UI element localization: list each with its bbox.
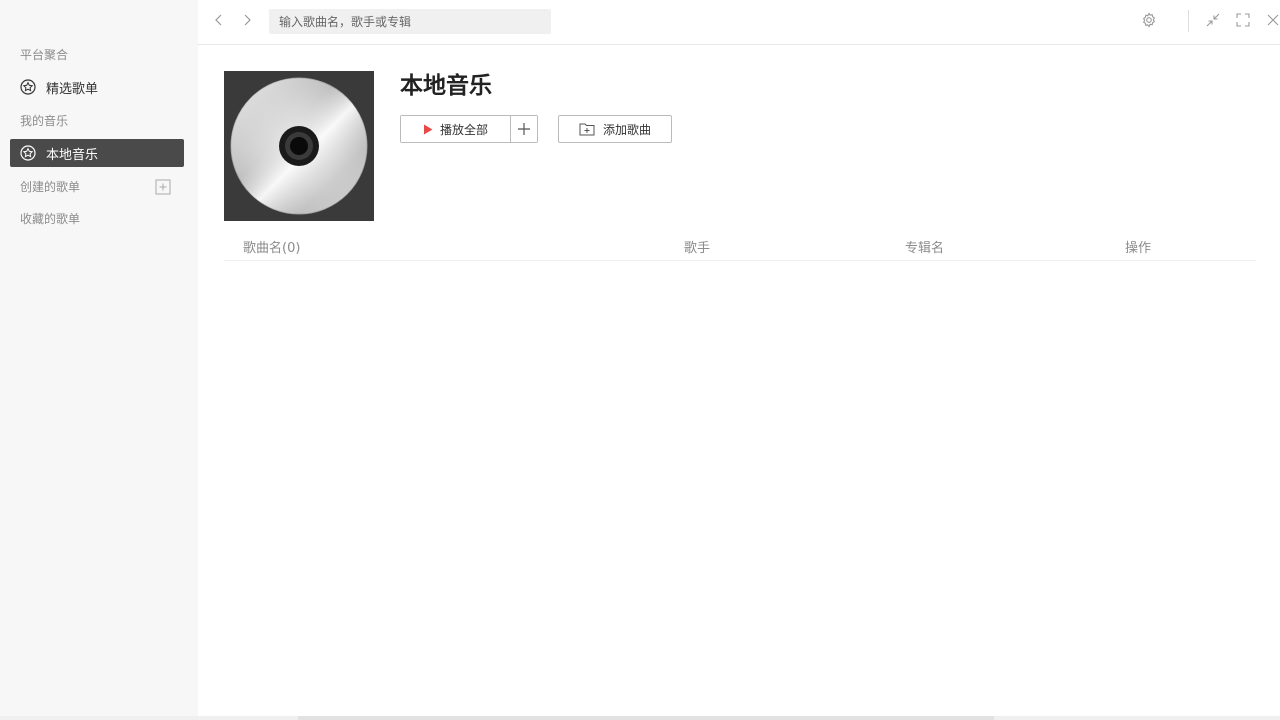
plus-square-icon [155, 179, 171, 195]
folder-add-icon [579, 122, 595, 136]
main-content: 本地音乐 播放全部 添加歌曲 歌曲名(0) 歌手 专辑名 操作 [198, 46, 1280, 716]
forward-button[interactable] [239, 12, 255, 28]
section-collected-playlists: 收藏的歌单 [20, 212, 81, 226]
close-icon [1267, 14, 1279, 26]
play-all-group: 播放全部 [400, 115, 538, 143]
toolbar-divider [1188, 10, 1189, 32]
bottom-scroll-area [0, 716, 1280, 720]
play-all-button[interactable]: 播放全部 [401, 116, 511, 142]
maximize-button[interactable] [1234, 11, 1252, 29]
sidebar-item-featured[interactable]: 精选歌单 [10, 73, 184, 101]
chevron-right-icon [244, 14, 251, 26]
back-button[interactable] [211, 12, 227, 28]
settings-button[interactable] [1140, 11, 1158, 29]
horizontal-scrollbar[interactable] [298, 716, 994, 720]
close-button[interactable] [1264, 11, 1280, 29]
add-songs-label: 添加歌曲 [602, 122, 651, 137]
search-input[interactable] [269, 9, 551, 34]
gear-icon [1142, 12, 1156, 28]
minimize-icon [1206, 13, 1220, 27]
column-song-name[interactable]: 歌曲名(0) [243, 237, 300, 256]
add-playlist-button[interactable] [155, 179, 171, 195]
music-app: 平台聚合 精选歌单 我的音乐 本地音乐 创建的歌单 收藏的歌单 输入歌曲名，歌手… [0, 0, 1280, 720]
album-cover [224, 71, 374, 221]
add-songs-button[interactable]: 添加歌曲 [558, 115, 672, 143]
play-triangle-icon [423, 124, 433, 135]
fullscreen-icon [1236, 13, 1250, 27]
sidebar-item-label: 精选歌单 [46, 81, 99, 97]
sidebar: 平台聚合 精选歌单 我的音乐 本地音乐 创建的歌单 收藏的歌单 [0, 0, 198, 716]
sidebar-item-label: 本地音乐 [46, 147, 99, 163]
page-title: 本地音乐 [400, 73, 492, 99]
chevron-left-icon [215, 14, 222, 26]
section-created-playlists: 创建的歌单 [20, 180, 81, 194]
top-bar [198, 0, 1280, 45]
add-to-queue-button[interactable] [511, 116, 537, 142]
plus-icon [518, 123, 530, 135]
star-badge-icon [20, 145, 36, 161]
column-artist[interactable]: 歌手 [684, 237, 710, 256]
column-actions: 操作 [1125, 241, 1152, 256]
cd-disc-icon [230, 77, 368, 215]
minimize-button[interactable] [1204, 11, 1222, 29]
song-table-header: 歌曲名(0) 歌手 专辑名 操作 [224, 231, 1256, 261]
column-album[interactable]: 专辑名 [905, 237, 944, 256]
section-platform: 平台聚合 [20, 48, 69, 62]
section-my-music: 我的音乐 [20, 114, 69, 128]
play-all-label: 播放全部 [439, 122, 488, 137]
sidebar-item-local-music[interactable]: 本地音乐 [10, 139, 184, 167]
star-badge-icon [20, 79, 36, 95]
